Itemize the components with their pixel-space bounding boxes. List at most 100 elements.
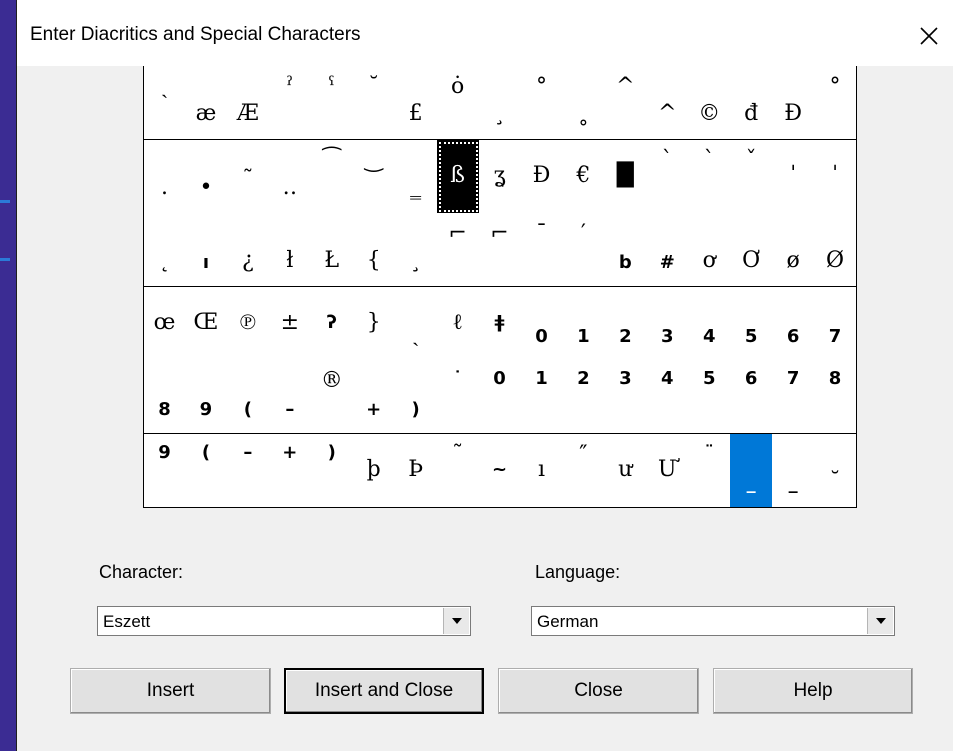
character-cell[interactable]: } xyxy=(352,286,396,361)
character-cell[interactable]: ˋ xyxy=(646,139,690,214)
character-cell[interactable]: ʔ xyxy=(310,286,354,361)
character-cell[interactable]: Œ xyxy=(184,286,228,361)
character-cell[interactable]: ℗ xyxy=(226,286,270,361)
character-cell[interactable]: ł xyxy=(268,213,312,287)
character-cell[interactable]: 1 xyxy=(562,286,606,361)
character-cell[interactable]: ¸ xyxy=(394,213,438,287)
character-cell[interactable]: + xyxy=(268,433,312,508)
character-cell[interactable]: Ł xyxy=(310,213,354,287)
character-cell[interactable]: þ xyxy=(352,433,396,508)
character-cell[interactable]: ǂ xyxy=(478,286,522,361)
character-cell[interactable]: 7 xyxy=(772,360,816,434)
character-cell[interactable]: – xyxy=(268,360,312,434)
character-cell[interactable]: ⁀ xyxy=(310,139,354,214)
character-cell[interactable]: ( xyxy=(226,360,270,434)
character-cell[interactable]: ß xyxy=(436,139,480,214)
character-cell[interactable]: b xyxy=(604,213,648,287)
character-cell[interactable]: 3 xyxy=(646,286,690,361)
character-cell[interactable]: ʓ xyxy=(478,139,522,214)
character-cell[interactable]: 9 xyxy=(143,433,186,508)
character-cell[interactable]: ı xyxy=(184,213,228,287)
character-cell[interactable]: 6 xyxy=(730,360,774,434)
character-cell[interactable]: 2 xyxy=(604,286,648,361)
character-cell[interactable]: ¯ xyxy=(520,213,564,287)
character-cell[interactable]: ¨ xyxy=(688,433,732,508)
character-cell[interactable]: 2 xyxy=(562,360,606,434)
character-cell[interactable]: ° xyxy=(814,66,858,140)
character-cell[interactable]: £ xyxy=(394,66,438,140)
character-cell[interactable]: ‿ xyxy=(352,139,396,214)
character-cell[interactable]: Ư xyxy=(646,433,690,508)
character-cell[interactable]: – xyxy=(226,433,270,508)
character-cell[interactable]: ˏ xyxy=(143,66,186,140)
character-cell[interactable]: ˇ xyxy=(730,139,774,214)
language-select[interactable]: German xyxy=(531,606,895,636)
character-cell[interactable]: 7 xyxy=(814,286,858,361)
character-cell[interactable]: ¸ xyxy=(478,66,522,140)
character-cell[interactable]: œ xyxy=(143,286,186,361)
character-cell[interactable]: 9 xyxy=(184,360,228,434)
character-cell[interactable]: ) xyxy=(310,433,354,508)
character-cell[interactable]: ( xyxy=(184,433,228,508)
character-cell[interactable]: . xyxy=(143,139,186,214)
character-cell[interactable]: ^ xyxy=(646,66,690,140)
character-cell[interactable]: ˌ xyxy=(814,139,858,214)
close-button[interactable]: Close xyxy=(498,668,699,714)
character-cell[interactable]: 5 xyxy=(730,286,774,361)
character-cell[interactable]: 8 xyxy=(814,360,858,434)
character-cell[interactable]: 3 xyxy=(604,360,648,434)
character-cell[interactable]: + xyxy=(352,360,396,434)
character-cell[interactable]: ± xyxy=(268,286,312,361)
character-cell[interactable]: ˤ xyxy=(310,66,354,140)
character-cell[interactable]: 8 xyxy=(143,360,186,434)
character-cell[interactable]: █ xyxy=(604,139,648,214)
character-cell[interactable]: 0 xyxy=(520,286,564,361)
character-cell[interactable]: 1 xyxy=(520,360,564,434)
character-cell[interactable]: ° xyxy=(520,66,564,140)
character-cell[interactable]: ø xyxy=(772,213,816,287)
character-cell[interactable]: ® xyxy=(310,360,354,434)
character-cell[interactable]: æ xyxy=(184,66,228,140)
character-cell[interactable]: ı xyxy=(520,433,564,508)
character-cell[interactable]: ơ xyxy=(688,213,732,287)
character-cell[interactable]: ″ xyxy=(562,433,606,508)
character-cell[interactable]: Æ xyxy=(226,66,270,140)
character-cell[interactable]: # xyxy=(646,213,690,287)
insert-button[interactable]: Insert xyxy=(70,668,271,714)
character-cell[interactable]: ˘ xyxy=(352,66,396,140)
character-cell[interactable]: ˷ xyxy=(226,139,270,214)
character-cell[interactable]: ˜ xyxy=(436,433,480,508)
character-cell[interactable]: Þ xyxy=(394,433,438,508)
character-cell[interactable]: _ xyxy=(730,433,774,508)
close-icon[interactable] xyxy=(908,16,950,56)
help-button[interactable]: Help xyxy=(713,668,913,714)
character-select[interactable]: Eszett xyxy=(97,606,471,636)
character-cell[interactable]: { xyxy=(352,213,396,287)
character-cell[interactable]: ˌ xyxy=(772,139,816,214)
character-cell[interactable]: ȯ xyxy=(436,66,480,140)
character-cell[interactable]: ′ xyxy=(562,213,606,287)
character-cell[interactable]: Ø xyxy=(814,213,858,287)
insert-and-close-button[interactable]: Insert and Close xyxy=(284,668,484,714)
character-cell[interactable]: ˋ xyxy=(688,139,732,214)
character-cell[interactable]: 0 xyxy=(478,360,522,434)
character-cell[interactable]: _ xyxy=(772,433,816,508)
character-cell[interactable]: ˛ xyxy=(143,213,186,287)
character-cell[interactable]: 5 xyxy=(688,360,732,434)
character-cell[interactable]: 4 xyxy=(646,360,690,434)
character-cell[interactable]: ˀ xyxy=(268,66,312,140)
character-cell[interactable]: ˙ xyxy=(436,360,480,434)
chevron-down-icon[interactable] xyxy=(867,608,893,634)
character-cell[interactable]: ‗ xyxy=(394,139,438,214)
character-cell[interactable]: ⌐ xyxy=(436,213,480,287)
character-cell[interactable]: Đ xyxy=(772,66,816,140)
character-cell[interactable]: đ xyxy=(730,66,774,140)
character-cell[interactable]: © xyxy=(688,66,732,140)
character-cell[interactable]: ⌐ xyxy=(478,213,522,287)
character-cell[interactable]: Ơ xyxy=(730,213,774,287)
character-cell[interactable]: ℓ xyxy=(436,286,480,361)
character-cell[interactable]: 4 xyxy=(688,286,732,361)
character-cell[interactable]: ư xyxy=(604,433,648,508)
character-cell[interactable]: ) xyxy=(394,360,438,434)
character-cell[interactable]: 6 xyxy=(772,286,816,361)
